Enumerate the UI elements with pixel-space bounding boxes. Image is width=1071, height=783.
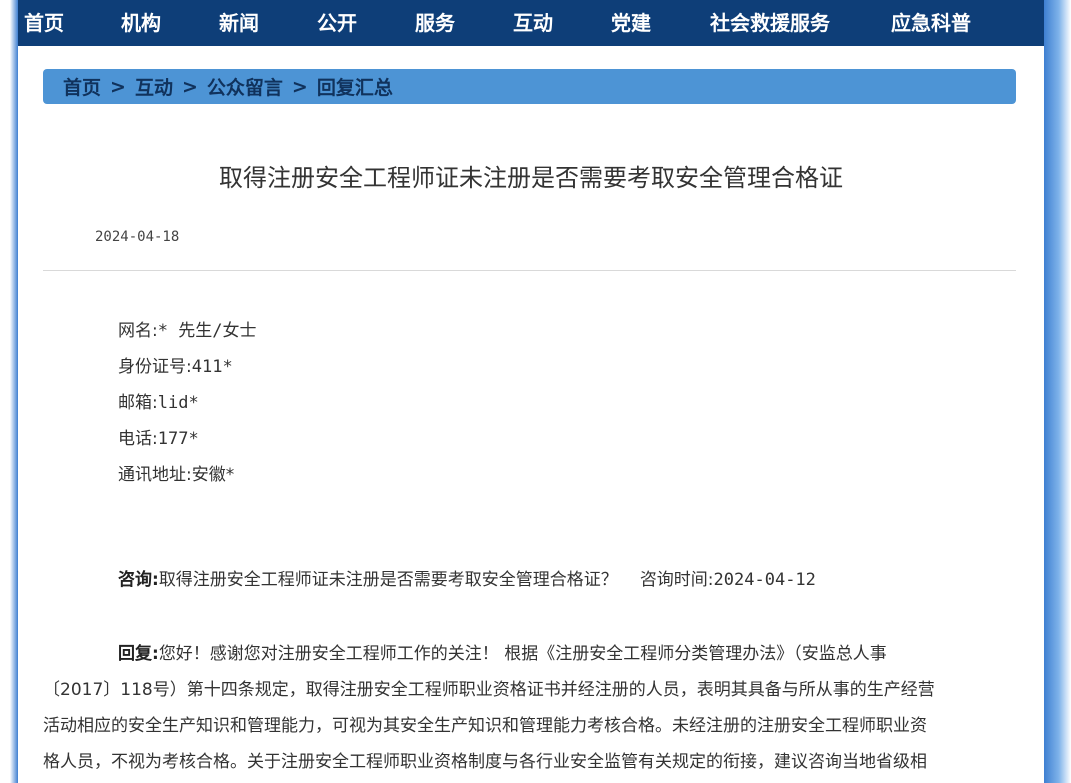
breadcrumb-home[interactable]: 首页 xyxy=(63,73,101,100)
breadcrumb-separator: > xyxy=(181,75,198,98)
breadcrumb-public-messages[interactable]: 公众留言 xyxy=(207,73,283,100)
id-value: 411* xyxy=(191,357,233,377)
nav-item-organization[interactable]: 机构 xyxy=(118,0,164,46)
nav-item-public[interactable]: 公开 xyxy=(314,0,360,46)
consultation-line: 咨询:取得注册安全工程师证未注册是否需要考取安全管理合格证？ 咨询时间:2024-… xyxy=(118,565,816,590)
left-border-decoration xyxy=(0,0,18,783)
breadcrumb: 首页 > 互动 > 公众留言 > 回复汇总 xyxy=(43,69,1016,104)
top-navigation-bar: 首页 机构 新闻 公开 服务 互动 党建 社会救援服务 应急科普 xyxy=(18,0,1044,46)
breadcrumb-separator: > xyxy=(110,75,126,98)
info-row-id: 身份证号:411* xyxy=(118,349,256,385)
address-value: 安徽* xyxy=(191,465,235,485)
email-label: 邮箱: xyxy=(118,393,158,413)
reply-label: 回复: xyxy=(118,644,159,664)
info-row-phone: 电话:177* xyxy=(118,421,256,457)
info-row-address: 通讯地址:安徽* xyxy=(118,457,256,493)
nav-item-interaction[interactable]: 互动 xyxy=(510,0,556,46)
reply-line: 回复:您好！感谢您对注册安全工程师工作的关注！ 根据《注册安全工程师分类管理办法… xyxy=(43,636,1018,672)
browser-frame: 首页 机构 新闻 公开 服务 互动 党建 社会救援服务 应急科普 首页 > 互动… xyxy=(0,0,1071,783)
info-row-name: 网名:* 先生/女士 xyxy=(118,313,256,349)
reply-line: 活动相应的安全生产知识和管理能力，可视为其安全生产知识和管理能力考核合格。未经注… xyxy=(43,716,927,736)
article-date: 2024-04-18 xyxy=(95,229,180,245)
id-label: 身份证号: xyxy=(118,357,192,377)
consult-time-value: 2024-04-12 xyxy=(713,570,816,590)
nav-item-home[interactable]: 首页 xyxy=(18,0,70,46)
title-divider xyxy=(43,270,1016,271)
page-container: 首页 机构 新闻 公开 服务 互动 党建 社会救援服务 应急科普 首页 > 互动… xyxy=(18,0,1044,783)
nav-item-emergency-science[interactable]: 应急科普 xyxy=(886,0,976,46)
article-title: 取得注册安全工程师证未注册是否需要考取安全管理合格证 xyxy=(219,164,843,192)
email-value: lid* xyxy=(157,393,199,413)
consult-question: 取得注册安全工程师证未注册是否需要考取安全管理合格证？ xyxy=(158,570,618,590)
phone-value: 177* xyxy=(157,429,199,449)
name-value: * 先生/女士 xyxy=(157,321,257,341)
reply-block: 回复:您好！感谢您对注册安全工程师工作的关注！ 根据《注册安全工程师分类管理办法… xyxy=(43,636,1018,780)
breadcrumb-reply-summary[interactable]: 回复汇总 xyxy=(317,73,393,100)
address-label: 通讯地址: xyxy=(118,465,192,485)
nav-item-party-building[interactable]: 党建 xyxy=(608,0,654,46)
info-row-email: 邮箱:lid* xyxy=(118,385,256,421)
reply-line: 〔2017〕118号）第十四条规定，取得注册安全工程师职业资格证书并经注册的人员… xyxy=(43,680,935,700)
right-border-decoration xyxy=(1044,0,1071,783)
name-label: 网名: xyxy=(118,321,158,341)
breadcrumb-separator: > xyxy=(291,75,308,98)
breadcrumb-interaction[interactable]: 互动 xyxy=(135,73,173,100)
nav-item-news[interactable]: 新闻 xyxy=(216,0,262,46)
consult-label: 咨询: xyxy=(118,570,159,590)
submitter-info: 网名:* 先生/女士 身份证号:411* 邮箱:lid* 电话:177* 通讯地… xyxy=(118,313,256,493)
reply-text: 您好！感谢您对注册安全工程师工作的关注！ 根据《注册安全工程师分类管理办法》（安… xyxy=(158,644,887,664)
phone-label: 电话: xyxy=(118,429,158,449)
consult-time-label: 咨询时间: xyxy=(639,570,714,590)
reply-line: 格人员，不视为考核合格。关于注册安全工程师职业资格制度与各行业安全监管有关规定的… xyxy=(43,752,927,772)
nav-item-social-rescue[interactable]: 社会救援服务 xyxy=(702,0,838,46)
nav-item-services[interactable]: 服务 xyxy=(412,0,458,46)
